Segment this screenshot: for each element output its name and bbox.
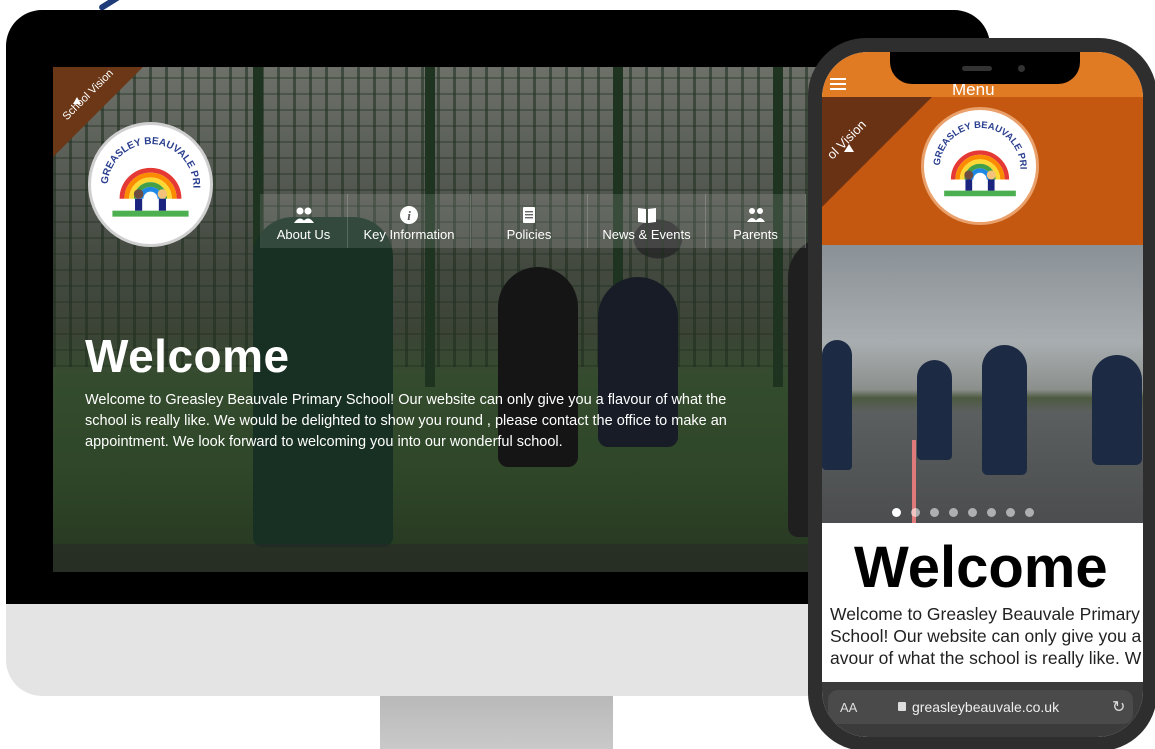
carousel-dot[interactable] xyxy=(987,508,996,517)
nav-label: Parents xyxy=(733,227,778,242)
hero-child xyxy=(917,360,952,460)
hero-child xyxy=(822,340,852,470)
hero-child xyxy=(1092,355,1142,465)
url-text[interactable]: greasleybeauvale.co.uk xyxy=(912,699,1059,715)
address-field[interactable]: AA greasleybeauvale.co.uk ↻ xyxy=(828,690,1133,724)
triangle-up-icon[interactable] xyxy=(73,97,81,104)
welcome-line: Welcome to Greasley Beauvale Primary xyxy=(830,604,1140,624)
mobile-phone: Menu ol Vision GREASLEY BEAUVALE PRIMARY… xyxy=(808,38,1155,749)
hero-bottom-strip xyxy=(53,544,883,572)
welcome-line: avour of what the school is really like.… xyxy=(830,648,1142,668)
carousel-dot[interactable] xyxy=(892,508,901,517)
carousel-dot[interactable] xyxy=(911,508,920,517)
welcome-heading: Welcome xyxy=(85,330,290,382)
school-logo[interactable]: GREASLEY BEAUVALE PRIMARY SCHOOL xyxy=(88,122,213,247)
nav-key-information[interactable]: i Key Information xyxy=(348,194,471,248)
carousel-dot[interactable] xyxy=(949,508,958,517)
carousel-dot[interactable] xyxy=(930,508,939,517)
phone-screen: Menu ol Vision GREASLEY BEAUVALE PRIMARY… xyxy=(822,52,1143,737)
browser-url-bar: AA greasleybeauvale.co.uk ↻ xyxy=(822,682,1143,737)
lock-icon xyxy=(898,702,906,711)
speaker-grille xyxy=(962,66,992,71)
reload-icon[interactable]: ↻ xyxy=(1112,697,1125,717)
rainbow-logo-icon: GREASLEY BEAUVALE PRIMARY SCHOOL xyxy=(924,110,1028,197)
welcome-paragraph: Welcome to Greasley Beauvale Primary Sch… xyxy=(830,603,1143,669)
carousel-dot[interactable] xyxy=(1025,508,1034,517)
nav-label: About Us xyxy=(276,227,331,242)
svg-text:i: i xyxy=(407,208,411,223)
book-icon xyxy=(636,205,658,225)
nav-parents[interactable]: Parents xyxy=(706,194,806,248)
welcome-paragraph: Welcome to Greasley Beauvale Primary Sch… xyxy=(85,392,727,450)
hamburger-icon[interactable] xyxy=(830,78,846,90)
monitor-stand xyxy=(380,696,613,749)
welcome-line: School! Our website can only give you a xyxy=(830,626,1142,646)
phone-hero-photo xyxy=(822,245,1143,523)
phone-notch xyxy=(890,52,1080,84)
nav-policies[interactable]: Policies xyxy=(471,194,588,248)
triangle-up-icon[interactable] xyxy=(844,144,854,152)
carousel-dots xyxy=(892,508,1044,517)
parents-icon xyxy=(745,205,767,225)
users-icon xyxy=(293,205,315,225)
hero-child xyxy=(982,345,1027,475)
desktop-screen: School Vision GREASLEY BEAUVALE PRIMARY … xyxy=(53,67,883,572)
nav-label: Policies xyxy=(506,227,552,242)
document-icon xyxy=(518,205,540,225)
nav-label: Key Information xyxy=(363,227,455,242)
nav-label: News & Events xyxy=(602,227,691,242)
school-logo[interactable]: GREASLEY BEAUVALE PRIMARY SCHOOL xyxy=(921,107,1039,225)
carousel-dot[interactable] xyxy=(1006,508,1015,517)
welcome-heading: Welcome xyxy=(854,535,1108,600)
text-size-button[interactable]: AA xyxy=(840,700,857,715)
carousel-dot[interactable] xyxy=(968,508,977,517)
main-nav: About Us i Key Information Policies News… xyxy=(260,194,806,248)
camera-icon xyxy=(1018,65,1025,72)
info-icon: i xyxy=(398,205,420,225)
nav-news-events[interactable]: News & Events xyxy=(588,194,706,248)
nav-about-us[interactable]: About Us xyxy=(260,194,348,248)
rainbow-logo-icon: GREASLEY BEAUVALE PRIMARY SCHOOL xyxy=(91,125,201,217)
